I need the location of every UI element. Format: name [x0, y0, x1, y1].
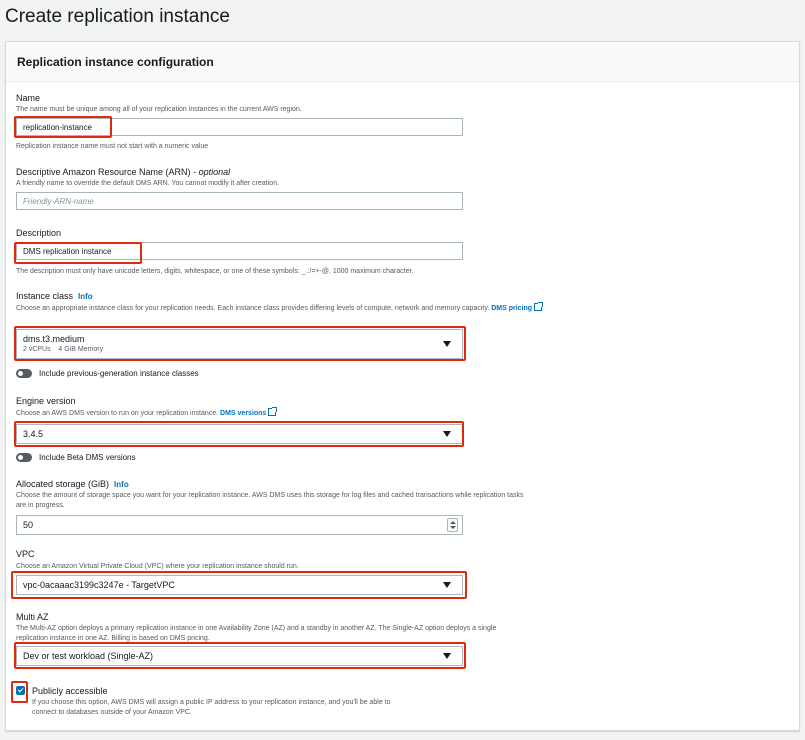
storage-info-link[interactable]: Info [114, 480, 129, 489]
storage-description: Choose the amount of storage space you w… [16, 492, 524, 509]
description-constraint: The description must only have unicode l… [16, 268, 414, 275]
name-label: Name [16, 93, 41, 103]
engine-version-label: Engine version [16, 396, 76, 406]
arn-input[interactable]: Friendly-ARN-name [16, 192, 463, 210]
name-highlight [14, 116, 112, 138]
description-highlight [14, 242, 142, 264]
previous-gen-toggle-label: Include previous-generation instance cla… [39, 369, 199, 378]
stepper-up-icon [450, 521, 456, 524]
instance-class-description: Choose an appropriate instance class for… [16, 302, 606, 314]
dms-pricing-link[interactable]: DMS pricing [491, 302, 544, 312]
name-constraint: Replication instance name must not start… [16, 143, 209, 150]
description-label: Description [16, 228, 62, 238]
storage-label: Allocated storage (GiB) Info [16, 479, 129, 489]
publicly-accessible-description: If you choose this option, AWS DMS will … [32, 699, 391, 716]
vpc-label: VPC [16, 549, 35, 559]
stepper-down-icon [450, 526, 456, 529]
external-link-icon [534, 302, 544, 311]
storage-input[interactable]: 50 [16, 515, 463, 535]
previous-gen-toggle[interactable] [16, 369, 32, 378]
page-title: Create replication instance [5, 6, 230, 27]
instance-class-label: Instance class Info [16, 291, 93, 301]
engine-version-description: Choose an AWS DMS version to run on your… [16, 407, 278, 419]
dms-versions-link[interactable]: DMS versions [220, 407, 278, 417]
panel-title: Replication instance configuration [6, 42, 799, 82]
arn-description: A friendly name to override the default … [16, 180, 280, 187]
multi-az-highlight [14, 642, 466, 669]
engine-version-highlight [14, 421, 464, 447]
arn-label: Descriptive Amazon Resource Name (ARN) -… [16, 167, 231, 177]
multi-az-description: The Multi-AZ option deploys a primary re… [16, 625, 497, 642]
external-link-icon [268, 407, 278, 416]
vpc-highlight [11, 571, 467, 599]
instance-class-highlight [14, 326, 466, 361]
checkbox-highlight [11, 681, 28, 703]
storage-value: 50 [23, 520, 34, 530]
publicly-accessible-label: Publicly accessible [32, 686, 108, 696]
storage-stepper[interactable] [447, 518, 458, 532]
beta-versions-toggle[interactable] [16, 453, 32, 462]
name-description: The name must be unique among all of you… [16, 106, 302, 113]
multi-az-label: Multi AZ [16, 612, 49, 622]
instance-class-info-link[interactable]: Info [78, 292, 93, 301]
beta-versions-toggle-label: Include Beta DMS versions [39, 453, 136, 462]
